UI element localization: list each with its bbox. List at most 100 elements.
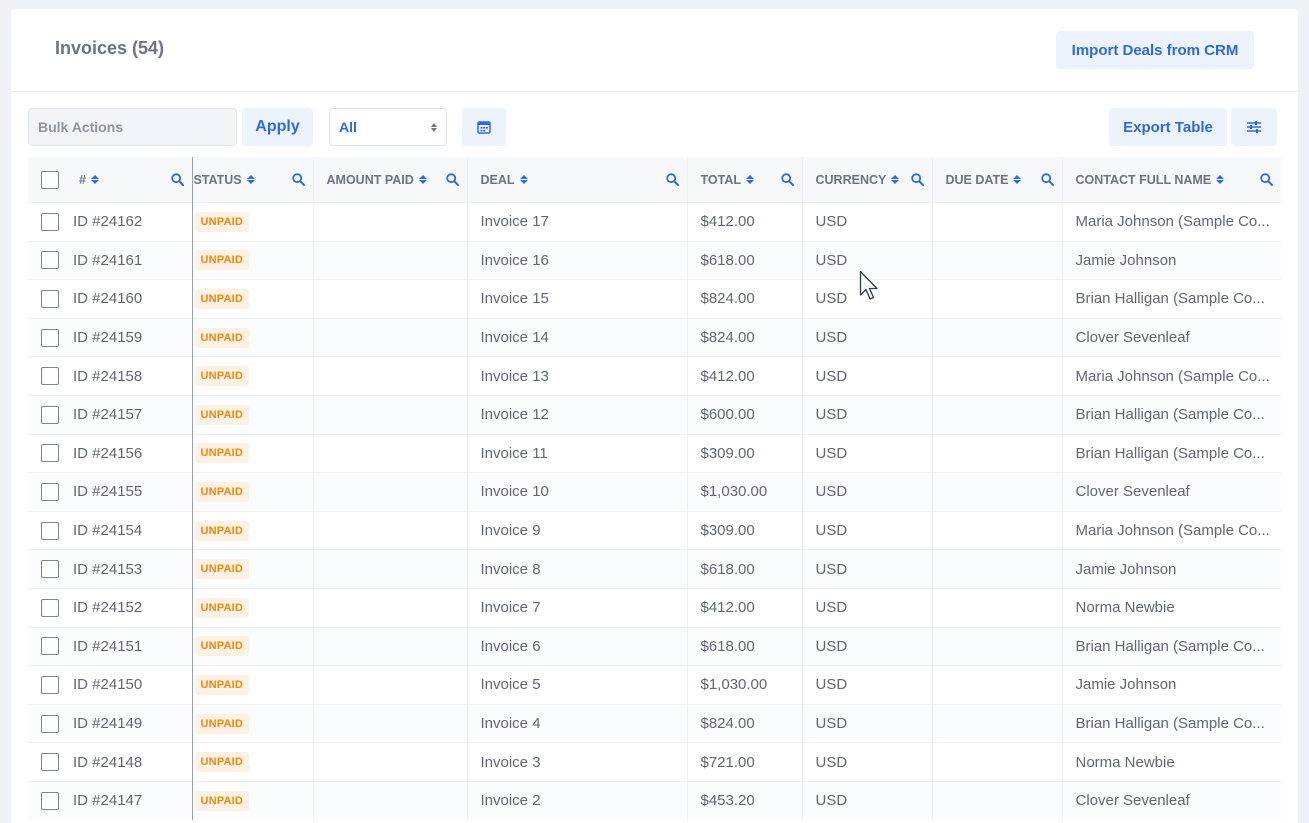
row-checkbox[interactable]: [41, 714, 59, 733]
invoice-id[interactable]: ID #24154: [73, 522, 142, 539]
sort-icon[interactable]: [1216, 175, 1225, 184]
column-header-id[interactable]: #: [28, 157, 192, 203]
sort-icon[interactable]: [891, 175, 900, 184]
sort-icon[interactable]: [746, 175, 755, 184]
table-row[interactable]: ID #24151 UNPAID Invoice 6 $618.00 USD Brian …: [28, 626, 1281, 666]
invoice-id[interactable]: ID #24156: [73, 445, 142, 462]
search-icon[interactable]: [1260, 173, 1273, 186]
row-checkbox[interactable]: [41, 598, 59, 617]
currency-cell: USD: [801, 549, 932, 589]
invoice-id[interactable]: ID #24151: [73, 638, 142, 655]
search-icon[interactable]: [170, 173, 184, 186]
currency-cell: USD: [801, 240, 932, 280]
table-row[interactable]: ID #24158 UNPAID Invoice 13 $412.00 USD Maria…: [28, 356, 1281, 396]
id-cell: ID #24155: [28, 472, 192, 512]
search-icon[interactable]: [665, 173, 679, 186]
invoice-id[interactable]: ID #24160: [73, 290, 142, 307]
row-checkbox[interactable]: [41, 289, 59, 308]
apply-button[interactable]: Apply: [242, 108, 313, 146]
row-checkbox[interactable]: [41, 637, 59, 656]
search-icon[interactable]: [445, 173, 459, 186]
currency-cell: USD: [801, 356, 932, 396]
row-checkbox[interactable]: [41, 753, 59, 772]
sort-icon[interactable]: [418, 175, 427, 184]
card-header: Invoices (54) Import Deals from CRM: [11, 9, 1298, 92]
column-header-amount-paid[interactable]: AMOUNT PAID: [312, 157, 467, 203]
invoice-id[interactable]: ID #24161: [73, 252, 142, 269]
table-row[interactable]: ID #24161 UNPAID Invoice 16 $618.00 USD Jamie…: [28, 240, 1281, 280]
status-badge: UNPAID: [194, 443, 250, 464]
invoice-id[interactable]: ID #24147: [73, 792, 142, 809]
invoice-id[interactable]: ID #24157: [73, 406, 142, 423]
invoice-id[interactable]: ID #24148: [73, 754, 142, 771]
amount-paid-cell: [312, 356, 467, 396]
status-cell: UNPAID: [191, 240, 313, 280]
row-checkbox[interactable]: [41, 367, 59, 386]
column-settings-button[interactable]: [1231, 108, 1277, 146]
sort-icon[interactable]: [1013, 175, 1022, 184]
row-checkbox[interactable]: [41, 328, 59, 347]
column-header-currency[interactable]: CURRENCY: [801, 157, 932, 203]
table-row[interactable]: ID #24162 UNPAID Invoice 17 $412.00 USD Maria…: [28, 202, 1281, 242]
deal-cell: Invoice 3: [466, 742, 687, 782]
row-checkbox[interactable]: [41, 675, 59, 694]
column-header-contact-full-name[interactable]: CONTACT FULL NAME: [1061, 157, 1281, 203]
row-checkbox[interactable]: [41, 251, 59, 270]
select-all-checkbox[interactable]: [41, 170, 59, 189]
total-cell: $309.00: [686, 433, 802, 473]
search-icon[interactable]: [291, 173, 305, 186]
import-deals-button[interactable]: Import Deals from CRM: [1056, 31, 1254, 69]
search-icon[interactable]: [910, 173, 924, 186]
row-checkbox[interactable]: [41, 405, 59, 424]
table-row[interactable]: ID #24159 UNPAID Invoice 14 $824.00 USD Clove…: [28, 317, 1281, 357]
table-row[interactable]: ID #24150 UNPAID Invoice 5 $1,030.00 USD Jami…: [28, 665, 1281, 705]
row-checkbox[interactable]: [41, 444, 59, 463]
table-row[interactable]: ID #24157 UNPAID Invoice 12 $600.00 USD Brian…: [28, 394, 1281, 435]
status-badge: UNPAID: [194, 288, 250, 309]
table-row[interactable]: ID #24154 UNPAID Invoice 9 $309.00 USD Maria …: [28, 510, 1281, 550]
invoice-id[interactable]: ID #24158: [73, 368, 142, 385]
invoice-id[interactable]: ID #24159: [73, 329, 142, 346]
invoice-id[interactable]: ID #24152: [73, 599, 142, 616]
status-filter-select[interactable]: All: [329, 108, 447, 146]
sort-icon[interactable]: [519, 175, 528, 184]
table-row[interactable]: ID #24155 UNPAID Invoice 10 $1,030.00 USD Clo…: [28, 472, 1281, 512]
id-cell: ID #24162: [28, 202, 192, 242]
table-row[interactable]: ID #24160 UNPAID Invoice 15 $824.00 USD Brian…: [28, 279, 1281, 319]
column-header-due-date[interactable]: DUE DATE: [931, 157, 1062, 203]
total-cell: $618.00: [686, 626, 802, 666]
contact-cell: Maria Johnson (Sample Co...: [1061, 510, 1281, 550]
row-checkbox[interactable]: [41, 212, 59, 231]
row-checkbox[interactable]: [41, 560, 59, 579]
table-row[interactable]: ID #24156 UNPAID Invoice 11 $309.00 USD Brian…: [28, 433, 1281, 473]
invoice-id[interactable]: ID #24150: [73, 676, 142, 693]
amount-paid-cell: [312, 240, 467, 280]
column-header-total[interactable]: TOTAL: [686, 157, 802, 203]
invoice-id[interactable]: ID #24162: [73, 213, 142, 230]
table-row[interactable]: ID #24149 UNPAID Invoice 4 $824.00 USD Brian …: [28, 703, 1281, 743]
currency-cell: USD: [801, 433, 932, 473]
invoice-id[interactable]: ID #24155: [73, 483, 142, 500]
total-cell: $1,030.00: [686, 665, 802, 705]
table-row[interactable]: ID #24148 UNPAID Invoice 3 $721.00 USD Norma …: [28, 742, 1281, 782]
table-row[interactable]: ID #24147 UNPAID Invoice 2 $453.20 USD Clover…: [28, 780, 1281, 820]
column-header-deal[interactable]: DEAL: [466, 157, 687, 203]
row-checkbox[interactable]: [41, 791, 59, 810]
table-row[interactable]: ID #24152 UNPAID Invoice 7 $412.00 USD Norma …: [28, 587, 1281, 628]
sort-icon[interactable]: [90, 175, 99, 184]
export-table-button[interactable]: Export Table: [1109, 108, 1227, 146]
search-icon[interactable]: [780, 173, 794, 186]
table-row[interactable]: ID #24153 UNPAID Invoice 8 $618.00 USD Jamie …: [28, 549, 1281, 589]
invoice-id[interactable]: ID #24149: [73, 715, 142, 732]
search-icon[interactable]: [1040, 173, 1054, 186]
row-checkbox[interactable]: [41, 482, 59, 501]
column-header-status[interactable]: STATUS: [191, 157, 313, 203]
row-checkbox[interactable]: [41, 521, 59, 540]
invoice-id[interactable]: ID #24153: [73, 561, 142, 578]
id-cell: ID #24157: [28, 394, 192, 435]
id-cell: ID #24160: [28, 279, 192, 319]
date-filter-button[interactable]: [462, 108, 506, 146]
bulk-actions-select[interactable]: Bulk Actions: [28, 108, 237, 146]
sort-icon[interactable]: [246, 175, 255, 184]
column-label: CONTACT FULL NAME: [1075, 172, 1212, 187]
